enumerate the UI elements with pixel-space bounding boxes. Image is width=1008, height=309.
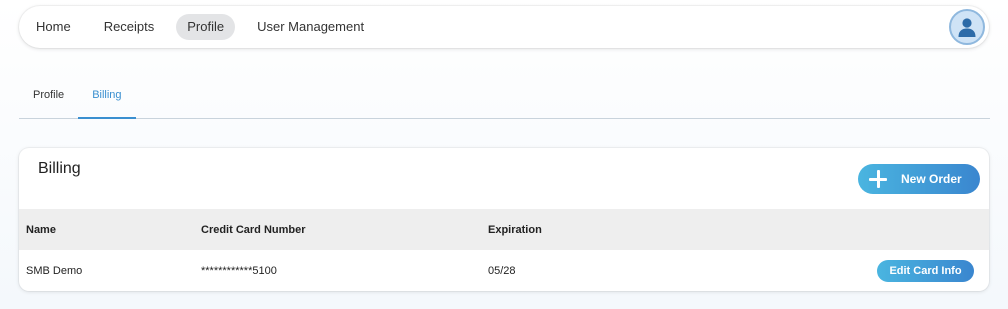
nav-item-home[interactable]: Home (25, 14, 82, 40)
column-header-name: Name (26, 223, 56, 236)
tab-billing[interactable]: Billing (78, 78, 136, 119)
column-header-expiration: Expiration (488, 223, 542, 236)
column-header-credit-card-number: Credit Card Number (201, 223, 306, 236)
nav-item-receipts[interactable]: Receipts (93, 14, 166, 40)
billing-card: Billing New Order Name Credit Card Numbe… (19, 148, 989, 291)
profile-subtabs: Profile Billing (19, 78, 990, 119)
top-navigation-bar: Home Receipts Profile User Management (19, 6, 989, 48)
billing-title: Billing (38, 160, 81, 177)
cell-name: SMB Demo (26, 264, 83, 277)
cell-expiration: 05/28 (488, 264, 516, 277)
nav-item-profile[interactable]: Profile (176, 14, 236, 40)
edit-card-info-button[interactable]: Edit Card Info (877, 260, 974, 282)
user-avatar-icon[interactable] (949, 9, 985, 45)
user-icon (958, 18, 976, 37)
new-order-button[interactable]: New Order (858, 164, 980, 194)
nav-item-user-management[interactable]: User Management (246, 14, 375, 40)
plus-icon (869, 170, 887, 188)
tab-profile[interactable]: Profile (19, 78, 78, 119)
cell-credit-card-number: ************5100 (201, 264, 277, 277)
new-order-label: New Order (901, 172, 962, 186)
table-row: SMB Demo ************5100 05/28 Edit Car… (19, 250, 989, 291)
billing-table-header: Name Credit Card Number Expiration (19, 209, 989, 250)
